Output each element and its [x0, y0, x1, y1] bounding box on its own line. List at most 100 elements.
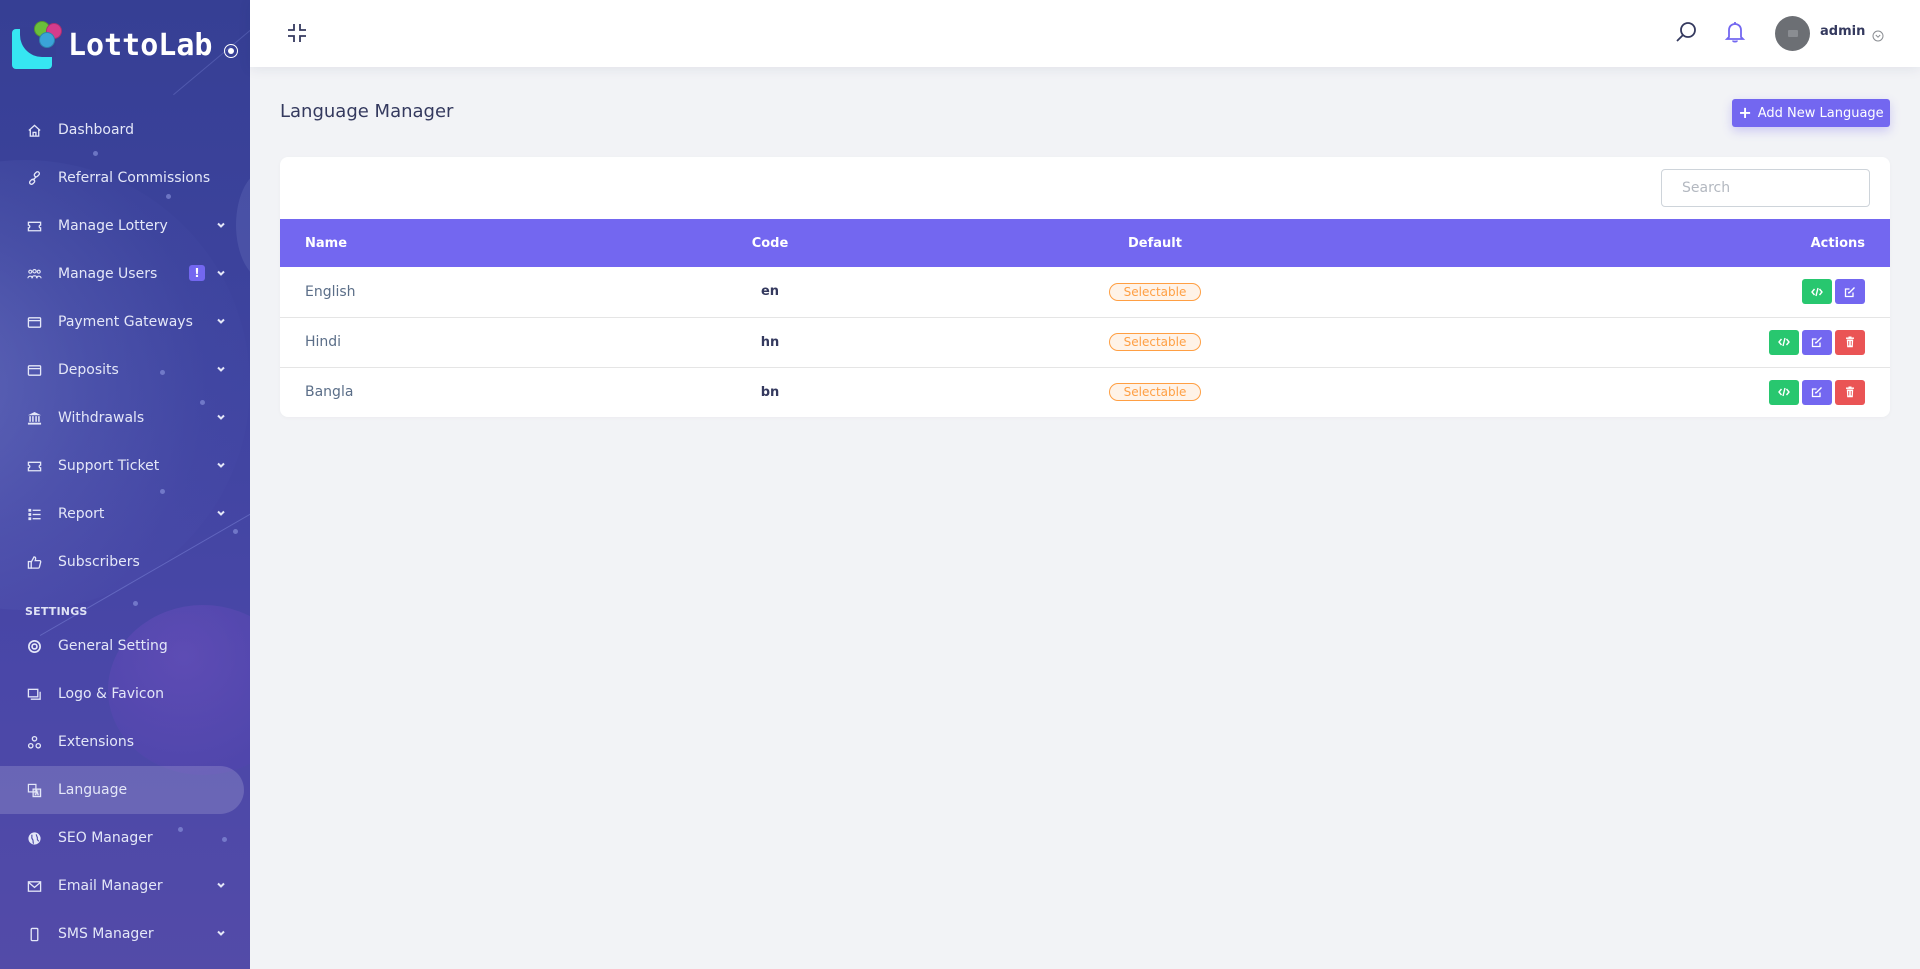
- language-table-card: Name Code Default Actions English en Sel…: [280, 157, 1890, 417]
- sidebar-item-label: SMS Manager: [58, 926, 154, 942]
- sidebar-item-email-manager[interactable]: Email Manager: [0, 862, 250, 910]
- sidebar-item-label: Logo & Favicon: [58, 686, 165, 702]
- sidebar-item-manage-users[interactable]: Manage Users !: [0, 250, 250, 298]
- alert-badge: !: [189, 265, 205, 281]
- sidebar-item-label: Referral Commissions: [58, 170, 211, 186]
- settings-section-heading: SETTINGS: [25, 605, 88, 618]
- bell-icon[interactable]: [1724, 20, 1746, 44]
- chevron-down-icon: [214, 458, 228, 472]
- table-row: Hindi hn Selectable: [280, 317, 1890, 367]
- chevron-down-circle-icon[interactable]: [1872, 27, 1884, 42]
- cubes-icon: [25, 733, 43, 751]
- page-title: Language Manager: [280, 101, 454, 122]
- credit-card-icon: [25, 313, 43, 331]
- sidebar-item-deposits[interactable]: Deposits: [0, 346, 250, 394]
- mobile-icon: [25, 925, 43, 943]
- sidebar-item-label: Withdrawals: [58, 410, 145, 426]
- sidebar-item-label: Subscribers: [58, 554, 140, 570]
- link-icon: [25, 169, 43, 187]
- trash-icon: [1846, 386, 1854, 398]
- language-name: Bangla: [305, 384, 354, 401]
- list-icon: [25, 505, 43, 523]
- code-icon: [1778, 388, 1790, 397]
- sidebar-item-label: Extensions: [58, 734, 135, 750]
- sidebar-item-label: Payment Gateways: [58, 314, 193, 330]
- search-input[interactable]: [1661, 169, 1870, 207]
- brand-name: LottoLab: [68, 27, 213, 63]
- sidebar-item-support-ticket[interactable]: Support Ticket: [0, 442, 250, 490]
- sidebar-item-withdrawals[interactable]: Withdrawals: [0, 394, 250, 442]
- language-name: English: [305, 283, 356, 300]
- chevron-down-icon: [214, 506, 228, 520]
- sidebar-item-extensions[interactable]: Extensions: [0, 718, 250, 766]
- fullscreen-compress-icon[interactable]: [286, 22, 308, 44]
- trash-icon: [1846, 336, 1854, 348]
- sidebar-item-payment-gateways[interactable]: Payment Gateways: [0, 298, 250, 346]
- username[interactable]: admin: [1820, 24, 1865, 39]
- sidebar-item-manage-lottery[interactable]: Manage Lottery: [0, 202, 250, 250]
- brand-logo[interactable]: LottoLab: [12, 20, 213, 70]
- avatar[interactable]: [1775, 16, 1810, 51]
- edit-icon: [1811, 387, 1822, 398]
- chevron-down-icon: [214, 926, 228, 940]
- search-icon[interactable]: [1674, 20, 1698, 44]
- add-new-language-button[interactable]: + Add New Language: [1732, 99, 1890, 127]
- sidebar-item-label: Support Ticket: [58, 458, 160, 474]
- chevron-down-icon: [214, 266, 228, 280]
- chevron-down-icon: [214, 878, 228, 892]
- home-icon: [25, 121, 43, 139]
- sidebar-toggle-icon[interactable]: [224, 44, 238, 58]
- sidebar-item-label: Manage Users: [58, 266, 158, 282]
- images-icon: [25, 685, 43, 703]
- ticket-icon: [25, 457, 43, 475]
- sidebar-item-subscribers[interactable]: Subscribers: [0, 538, 250, 586]
- language-code: hn: [760, 334, 780, 350]
- code-icon: [1778, 337, 1790, 347]
- language-table: Name Code Default Actions English en Sel…: [280, 219, 1890, 417]
- sidebar-item-sms-manager[interactable]: SMS Manager: [0, 910, 250, 958]
- language-icon: [25, 781, 43, 799]
- delete-button[interactable]: [1835, 379, 1865, 405]
- status-badge: Selectable: [1108, 383, 1202, 402]
- chevron-down-icon: [214, 218, 228, 232]
- edit-icon: [1844, 286, 1855, 297]
- sidebar-menu: Dashboard Referral Commissions Manage Lo…: [0, 106, 250, 958]
- sidebar-item-label: General Setting: [58, 638, 168, 654]
- table-header-row: Name Code Default Actions: [280, 219, 1890, 267]
- column-header-code: Code: [751, 235, 789, 251]
- ticket-icon: [25, 217, 43, 235]
- chevron-down-icon: [214, 410, 228, 424]
- column-header-name: Name: [305, 235, 348, 251]
- column-header-actions: Actions: [1810, 235, 1865, 251]
- sidebar-item-dashboard[interactable]: Dashboard: [0, 106, 250, 154]
- translate-button[interactable]: [1769, 329, 1799, 355]
- sidebar-item-label: Email Manager: [58, 878, 163, 894]
- edit-button[interactable]: [1802, 379, 1832, 405]
- thumbs-up-icon: [25, 553, 43, 571]
- sidebar-item-general-setting[interactable]: General Setting: [0, 622, 250, 670]
- code-icon: [1811, 287, 1823, 296]
- delete-button[interactable]: [1835, 329, 1865, 355]
- bank-icon: [25, 409, 43, 427]
- language-name: Hindi: [305, 334, 342, 350]
- chevron-down-icon: [214, 362, 228, 376]
- sidebar-item-logo-favicon[interactable]: Logo & Favicon: [0, 670, 250, 718]
- edit-button[interactable]: [1835, 279, 1865, 305]
- sidebar-item-language[interactable]: Language: [0, 766, 244, 814]
- add-new-language-label: Add New Language: [1757, 105, 1884, 121]
- edit-button[interactable]: [1802, 329, 1832, 355]
- sidebar-item-label: Dashboard: [58, 122, 134, 138]
- translate-button[interactable]: [1769, 379, 1799, 405]
- sidebar-item-seo-manager[interactable]: SEO Manager: [0, 814, 250, 862]
- globe-icon: [25, 829, 43, 847]
- edit-icon: [1811, 337, 1822, 348]
- plus-icon: +: [1738, 103, 1752, 122]
- envelope-icon: [25, 877, 43, 895]
- users-icon: [25, 265, 43, 283]
- chevron-down-icon: [214, 314, 228, 328]
- translate-button[interactable]: [1802, 279, 1832, 305]
- sidebar-item-report[interactable]: Report: [0, 490, 250, 538]
- sidebar-item-referral-commissions[interactable]: Referral Commissions: [0, 154, 250, 202]
- sidebar: LottoLab Dashboard Referral Commissions …: [0, 0, 250, 969]
- column-header-default: Default: [1128, 235, 1182, 251]
